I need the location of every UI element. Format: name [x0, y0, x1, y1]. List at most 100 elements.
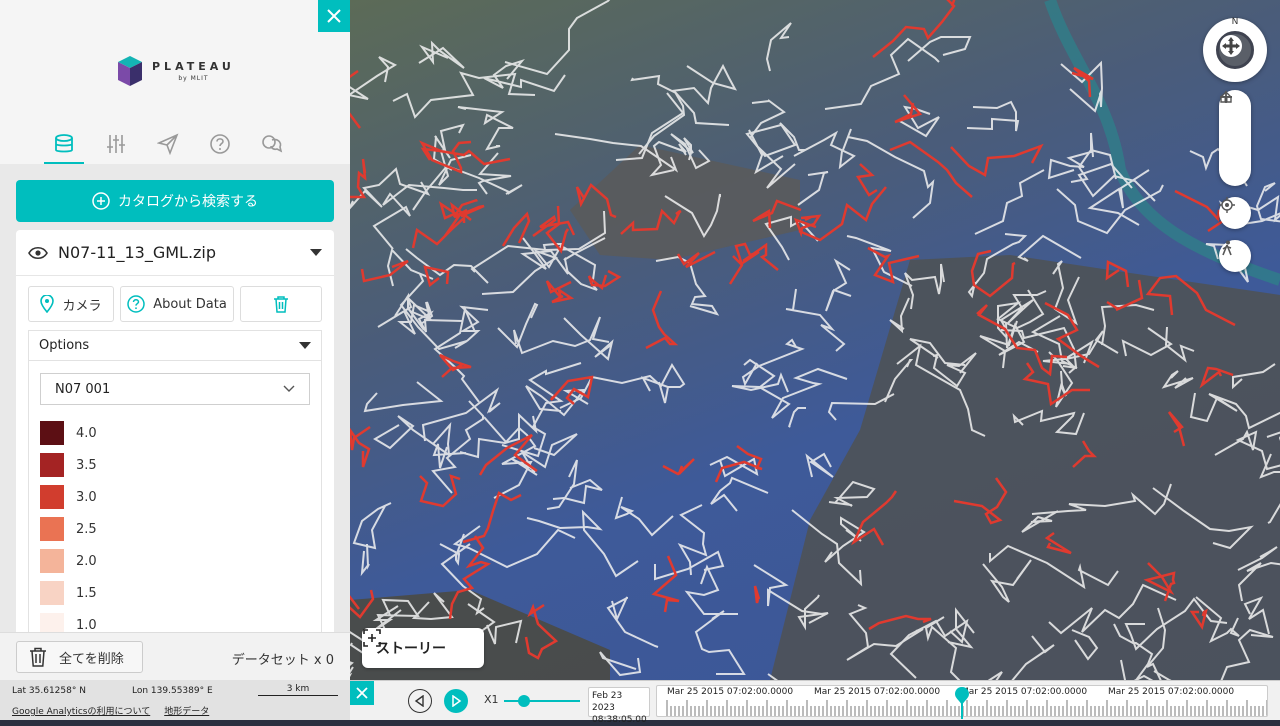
- road-segment: [439, 533, 465, 566]
- road-segment: [710, 476, 769, 512]
- road-segment: [797, 171, 829, 206]
- close-timeline-button[interactable]: [350, 681, 374, 705]
- legend-label: 3.0: [76, 489, 97, 505]
- home-button[interactable]: [1219, 91, 1251, 154]
- logo-sub: by MLIT: [178, 74, 209, 82]
- current-date: Feb 23 2023: [592, 691, 623, 713]
- play-button[interactable]: [444, 689, 468, 713]
- tab-help[interactable]: [206, 128, 234, 160]
- scale-bar: 3 km: [258, 684, 338, 696]
- sliders-icon: [107, 135, 125, 153]
- story-add-icon: [363, 629, 381, 647]
- chevron-down-icon: [283, 385, 295, 392]
- dataset-count: データセット x 0: [231, 653, 334, 668]
- route-segment: [350, 69, 362, 129]
- route-segment: [350, 425, 371, 468]
- current-time: 08:38:05.00: [592, 715, 647, 725]
- panel-tabs: [44, 128, 286, 164]
- road-segment: [563, 317, 614, 361]
- zoom-in-button[interactable]: [1219, 91, 1251, 186]
- road-segment: [1017, 234, 1082, 262]
- attribute-select[interactable]: N07 001: [40, 373, 310, 405]
- legend-swatch: [40, 581, 64, 605]
- compass-north-label: N: [1231, 17, 1239, 27]
- road-segment: [749, 99, 786, 139]
- trash-icon: [274, 296, 288, 313]
- play-reverse-icon: [414, 695, 424, 707]
- color-legend: 4.0 3.5 3.0 2.5 2.0 1.5 1.0: [40, 417, 97, 641]
- plus-icon: [1220, 91, 1232, 103]
- compass[interactable]: N: [1203, 17, 1267, 82]
- route-segment: [411, 215, 466, 249]
- timeline-marker[interactable]: [955, 687, 969, 719]
- close-panel-button[interactable]: [318, 0, 350, 32]
- route-segment: [728, 242, 760, 285]
- catalog-search-button[interactable]: カタログから検索する: [16, 180, 334, 222]
- tab-feedback[interactable]: [258, 128, 286, 160]
- route-segment: [662, 458, 695, 476]
- legend-item: 2.5: [40, 513, 97, 545]
- road-segment: [805, 452, 834, 478]
- legend-item: 1.5: [40, 577, 97, 609]
- dataset-header[interactable]: N07-11_13_GML.zip: [16, 230, 334, 276]
- dark-zone-upper: [570, 145, 800, 260]
- delete-all-button[interactable]: 全てを削除: [16, 641, 143, 673]
- trash-icon: [30, 647, 46, 667]
- database-icon: [55, 134, 73, 153]
- route-segment: [645, 290, 679, 350]
- tab-settings[interactable]: [102, 128, 130, 160]
- about-data-button[interactable]: About Data: [120, 286, 234, 322]
- catalog-search-label: カタログから検索する: [118, 194, 258, 210]
- options-caret-icon[interactable]: [299, 342, 311, 349]
- analytics-link[interactable]: Google Analyticsの利用について: [12, 704, 150, 717]
- legend-swatch: [40, 549, 64, 573]
- eye-icon[interactable]: [28, 246, 48, 260]
- current-datetime[interactable]: Feb 23 2023 08:38:05.00: [588, 687, 650, 725]
- question-circle-icon: [127, 295, 145, 313]
- remove-dataset-button[interactable]: [240, 286, 322, 322]
- status-bar: Lat 35.61258° N Lon 139.55389° E 3 km Go…: [0, 680, 350, 720]
- options-section: Options N07 001 4.0 3.5 3.0 2.5 2.0 1.5 1.0: [28, 330, 322, 640]
- legend-swatch: [40, 421, 64, 445]
- collapse-caret-icon[interactable]: [310, 249, 322, 256]
- legend-label: 2.0: [76, 553, 97, 569]
- route-segment: [651, 555, 680, 613]
- rewind-button[interactable]: [408, 689, 432, 713]
- options-header[interactable]: Options: [29, 331, 321, 361]
- story-button[interactable]: ストーリー: [362, 628, 484, 668]
- route-segment: [360, 259, 409, 283]
- road-segment: [421, 387, 501, 442]
- longitude-readout: Lon 139.55389° E: [132, 686, 213, 696]
- pan-arrows-icon[interactable]: [1219, 34, 1243, 58]
- road-segment: [907, 36, 972, 62]
- camera-button[interactable]: カメラ: [28, 286, 114, 322]
- route-segment: [753, 585, 761, 604]
- legend-label: 1.0: [76, 617, 97, 633]
- map-viewport[interactable]: N ストーリー: [350, 0, 1280, 680]
- terrain-link[interactable]: 地形データ: [164, 704, 209, 717]
- speed-label: X1: [484, 693, 499, 706]
- legend-item: 4.0: [40, 417, 97, 449]
- story-label: ストーリー: [376, 641, 446, 657]
- road-segment: [684, 564, 738, 615]
- road-segment: [677, 504, 708, 576]
- road-segment: [709, 455, 759, 478]
- left-panel: PLATEAU by MLIT カタログから検索する N07-11_13_GML…: [0, 0, 350, 720]
- dataset-actions: カメラ About Data: [28, 286, 322, 322]
- legend-label: 2.5: [76, 521, 97, 537]
- locate-button[interactable]: [1219, 197, 1251, 229]
- speed-slider-handle[interactable]: [518, 695, 530, 707]
- road-segment: [966, 100, 1020, 132]
- plateau-cube-icon: [118, 56, 142, 86]
- legend-label: 4.0: [76, 425, 97, 441]
- street-view-button[interactable]: [1219, 240, 1251, 272]
- legend-label: 1.5: [76, 585, 97, 601]
- chat-icon: [262, 135, 283, 153]
- compass-ring[interactable]: [1216, 31, 1254, 69]
- tab-share[interactable]: [154, 128, 182, 160]
- map-canvas[interactable]: [350, 0, 1280, 680]
- speed-slider[interactable]: [504, 700, 580, 702]
- tab-data-catalog[interactable]: [44, 128, 84, 164]
- route-segment: [894, 94, 923, 124]
- location-pin-icon: [40, 295, 55, 313]
